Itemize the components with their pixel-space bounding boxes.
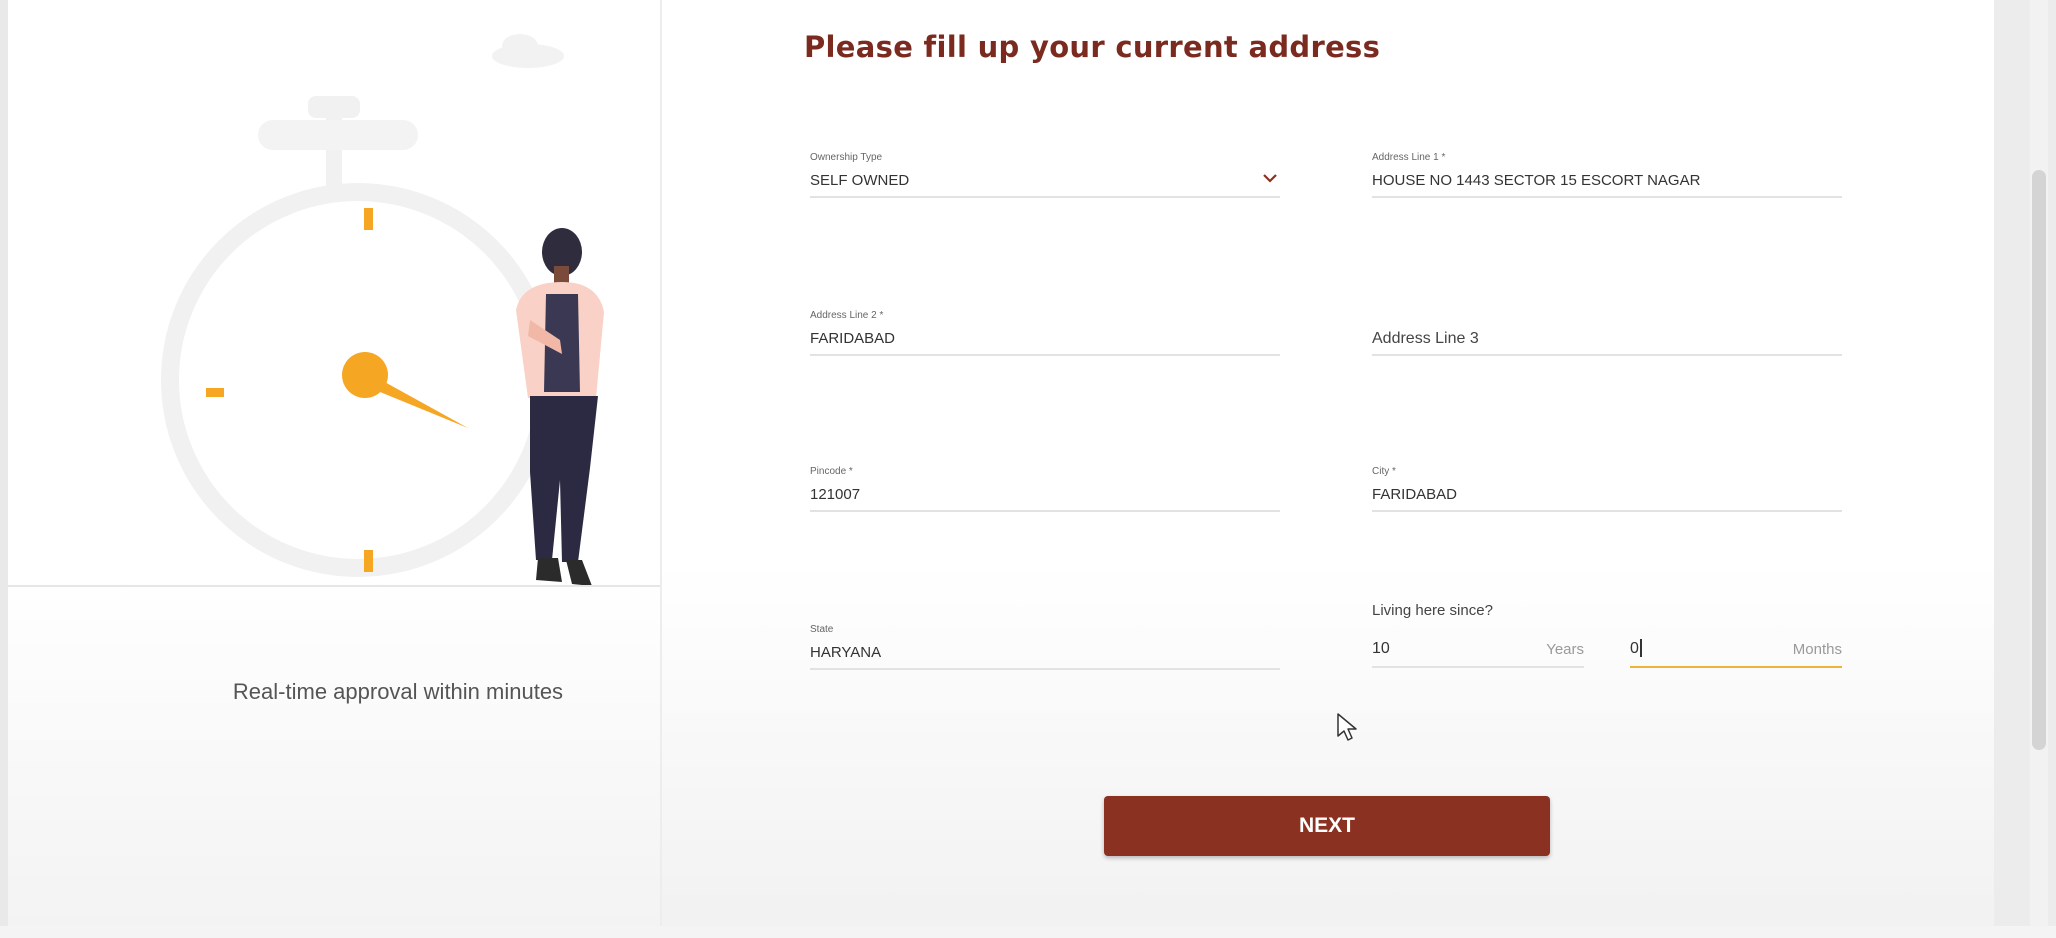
cloud-icon xyxy=(492,34,564,68)
city-label: City * xyxy=(1372,466,1396,477)
pincode-input[interactable]: 121007 xyxy=(810,486,860,503)
illustration-panel: Real-time approval within minutes xyxy=(8,0,662,926)
next-button[interactable]: NEXT xyxy=(1104,796,1550,856)
ownership-type-select[interactable]: Ownership Type SELF OWNED xyxy=(810,152,1280,198)
months-field[interactable]: 0 Months xyxy=(1630,636,1842,668)
address-line-3-placeholder[interactable]: Address Line 3 xyxy=(1372,330,1479,348)
tick-mark xyxy=(364,550,373,572)
years-input[interactable]: 10 xyxy=(1372,640,1390,658)
years-unit: Years xyxy=(1546,641,1584,658)
ownership-type-label: Ownership Type xyxy=(810,152,883,163)
address-line-2-input[interactable]: FARIDABAD xyxy=(810,330,895,347)
address-line-1-input[interactable]: HOUSE NO 1443 SECTOR 15 ESCORT NAGAR xyxy=(1372,172,1700,189)
state-label: State xyxy=(810,624,834,635)
address-line-2-label: Address Line 2 * xyxy=(810,310,884,321)
scrollbar-thumb[interactable] xyxy=(2032,170,2046,750)
stopwatch-illustration xyxy=(161,34,604,586)
months-unit: Months xyxy=(1792,641,1842,658)
tick-mark xyxy=(364,208,373,230)
city-field[interactable]: City * FARIDABAD xyxy=(1372,466,1842,512)
mouse-cursor-icon xyxy=(1337,713,1357,741)
stopwatch-button xyxy=(258,96,418,190)
person-figure xyxy=(516,228,604,586)
address-line-1-field[interactable]: Address Line 1 * HOUSE NO 1443 SECTOR 15… xyxy=(1372,152,1842,198)
pincode-label: Pincode * xyxy=(810,466,853,477)
address-line-3-field[interactable]: Address Line 3 xyxy=(1372,310,1842,356)
window-frame-left xyxy=(0,0,8,938)
page-title: Please fill up your current address xyxy=(804,30,1381,64)
window-frame-bottom xyxy=(0,926,2056,938)
panel-divider xyxy=(8,585,660,587)
address-line-1-label: Address Line 1 * xyxy=(1372,152,1446,163)
text-caret xyxy=(1640,639,1642,657)
tick-mark xyxy=(206,388,224,397)
clock-hand xyxy=(342,352,468,428)
months-input[interactable]: 0 xyxy=(1630,640,1639,658)
approval-caption: Real-time approval within minutes xyxy=(232,679,564,704)
pincode-field[interactable]: Pincode * 121007 xyxy=(810,466,1280,512)
ownership-type-value: SELF OWNED xyxy=(810,172,910,189)
address-line-2-field[interactable]: Address Line 2 * FARIDABAD xyxy=(810,310,1280,356)
state-field[interactable]: State HARYANA xyxy=(810,624,1280,670)
state-input[interactable]: HARYANA xyxy=(810,644,881,661)
chevron-down-icon[interactable] xyxy=(1260,168,1280,188)
address-form: Please fill up your current address Owne… xyxy=(662,0,1992,926)
years-field[interactable]: 10 Years xyxy=(1372,636,1584,668)
living-since-label: Living here since? xyxy=(1372,602,1493,619)
app-window: Real-time approval within minutes Please… xyxy=(0,0,2056,938)
city-input[interactable]: FARIDABAD xyxy=(1372,486,1457,503)
